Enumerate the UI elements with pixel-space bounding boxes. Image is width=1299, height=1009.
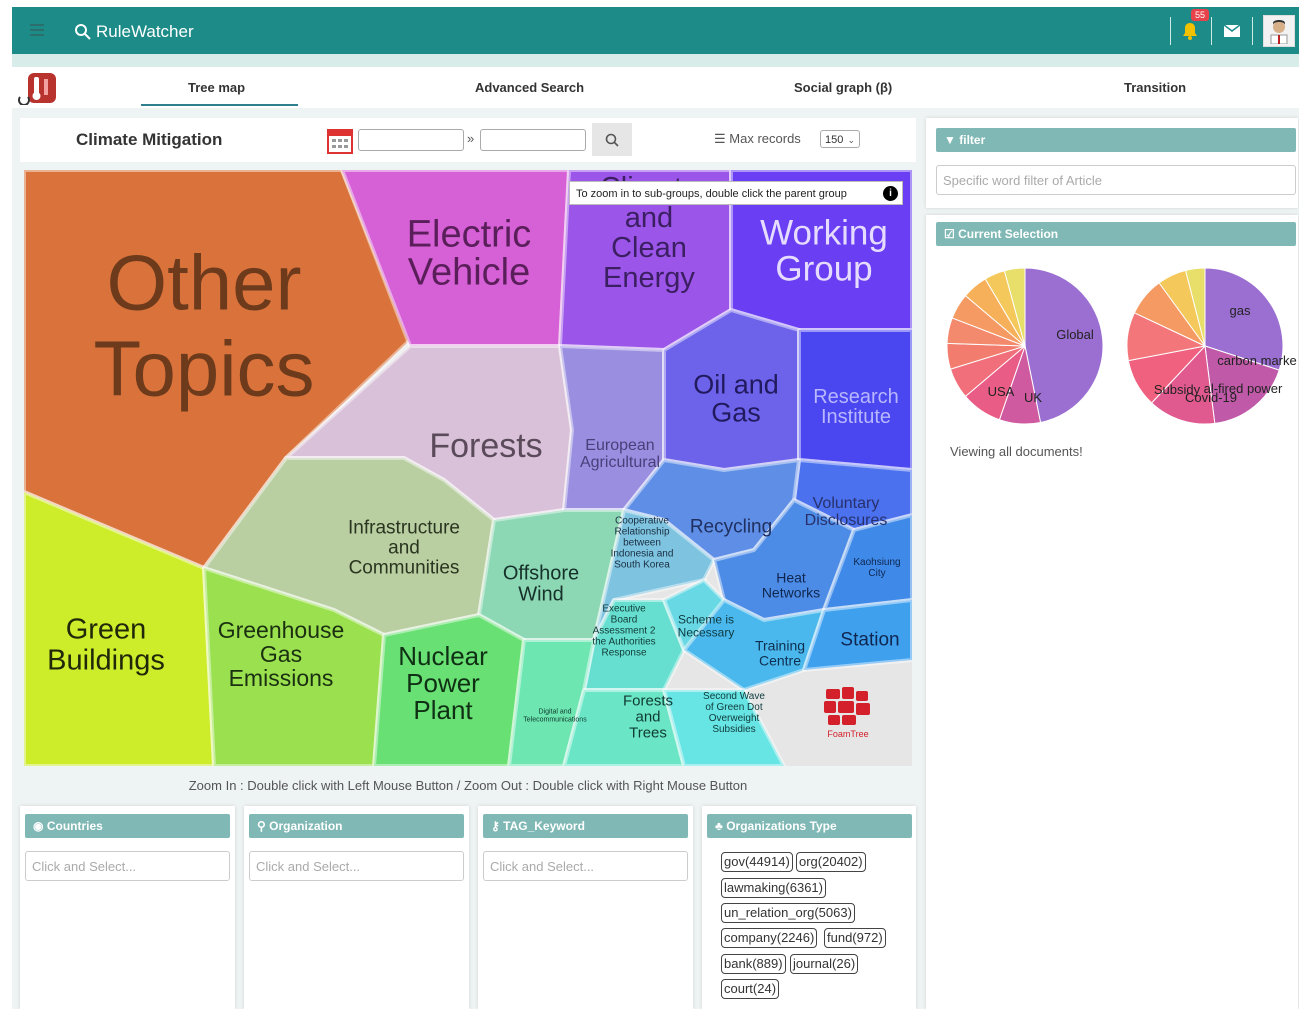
treemap-group-label: Other Topics [93, 238, 314, 412]
pie-label-usa: USA [988, 384, 1015, 399]
treemap-group-label: Voluntary Disclosures [805, 495, 888, 529]
max-records-select[interactable]: 150 ⌄ [820, 130, 860, 148]
bell-icon[interactable]: 55 [1181, 8, 1210, 41]
zoom-hint: Zoom In : Double click with Left Mouse B… [188, 778, 748, 793]
tag-keyword-select[interactable]: Click and Select... [483, 851, 688, 881]
pie-label-uk: UK [1024, 390, 1042, 405]
org-type-tag[interactable]: journal(26) [790, 954, 859, 974]
date-from-input[interactable] [358, 129, 464, 151]
tag-keyword-header: ⚷ TAG_Keyword [483, 814, 688, 838]
search-brand-icon [75, 24, 91, 40]
info-icon[interactable]: i [883, 186, 898, 201]
treemap-group-label: European Agricultural [580, 437, 660, 471]
thermometer-logo-icon [16, 71, 62, 106]
divider [1252, 16, 1253, 45]
org-type-tag[interactable]: fund(972) [824, 928, 886, 948]
query-bar: Climate Mitigation » ☰ Max records 150 ⌄ [20, 118, 916, 162]
mail-icon[interactable] [1222, 21, 1242, 41]
countries-header: ◉ Countries [25, 814, 230, 838]
sliders-icon: ☰ [714, 131, 726, 146]
org-type-tag[interactable]: company(2246) [721, 928, 818, 948]
active-tab-indicator [141, 104, 298, 106]
date-separator: » [467, 131, 475, 146]
treemap-group-label: Forests [429, 427, 542, 465]
map-marker-icon: ⚲ [257, 819, 266, 833]
key-icon: ⚷ [491, 819, 500, 833]
pie-label-gas: gas [1230, 303, 1251, 318]
brand-logo[interactable]: RuleWatcher [74, 22, 194, 42]
org-type-tag[interactable]: lawmaking(6361) [721, 878, 826, 898]
chevron-down-icon: ⌄ [847, 135, 855, 145]
viewing-status: Viewing all documents! [950, 444, 1083, 459]
max-records-label: ☰ Max records [714, 131, 801, 146]
globe-icon: ◉ [33, 819, 44, 833]
zoom-tooltip: To zoom in to sub-groups, double click t… [569, 181, 903, 205]
treemap-group-label: Research Institute [813, 386, 899, 428]
org-type-tag[interactable]: court(24) [721, 979, 780, 999]
treemap-group-label: Scheme is Necessary [678, 613, 735, 640]
tab-social-graph[interactable]: Social graph (β) [794, 80, 892, 95]
calendar-icon[interactable] [327, 126, 353, 154]
pie-label-covid: Covid-19 [1185, 390, 1237, 405]
menu-icon[interactable] [30, 24, 44, 39]
org-type-tag[interactable]: org(20402) [796, 852, 866, 872]
brand-name: RuleWatcher [96, 22, 194, 41]
page-title: Climate Mitigation [76, 130, 223, 149]
tab-tree-map[interactable]: Tree map [188, 80, 245, 95]
date-to-input[interactable] [480, 129, 586, 151]
treemap-group-label: Training Centre [755, 637, 805, 668]
treemap-group-label: Recycling [690, 517, 772, 538]
filter-header: ▼ filter [936, 128, 1296, 152]
treemap-group-label: Working Group [760, 213, 888, 288]
navbar-strip [12, 54, 1299, 67]
checkbox-icon: ☑ [944, 227, 955, 241]
divider [1211, 16, 1212, 45]
treemap-group-label: Electric Vehicle [407, 213, 532, 293]
search-icon [605, 133, 619, 147]
word-filter-input[interactable]: Specific word filter of Article [936, 165, 1296, 195]
sitemap-icon: ♣ [715, 819, 723, 833]
user-avatar[interactable] [1263, 14, 1295, 47]
pie-label-global: Global [1056, 327, 1094, 342]
tab-bar: Tree map Advanced Search Social graph (β… [12, 68, 1299, 109]
top-navbar: RuleWatcher 55 [12, 7, 1299, 54]
voronoi-treemap[interactable]: OtherTopicsElectricVehicleClimateandClea… [24, 170, 912, 766]
country-pie-chart[interactable]: Global USA UK [945, 266, 1105, 426]
keyword-pie-chart[interactable]: gas carbon marke Subsidy al-fired power … [1125, 266, 1299, 426]
treemap-group-label: Station [840, 630, 899, 651]
org-type-tag[interactable]: un_relation_org(5063) [721, 903, 855, 923]
funnel-icon: ▼ [944, 133, 956, 147]
org-type-tag[interactable]: gov(44914) [721, 852, 793, 872]
organizations-type-header: ♣ Organizations Type [707, 814, 912, 838]
tab-transition[interactable]: Transition [1124, 80, 1186, 95]
tab-advanced-search[interactable]: Advanced Search [475, 80, 584, 95]
organization-header: ⚲ Organization [249, 814, 464, 838]
notification-badge: 55 [1191, 8, 1210, 21]
org-type-tag[interactable]: bank(889) [721, 954, 786, 974]
current-selection-header: ☑ Current Selection [936, 222, 1296, 246]
foamtree-label: FoamTree [827, 729, 868, 739]
search-button[interactable] [592, 123, 632, 156]
pie-label-carbon-market: carbon marke [1217, 353, 1296, 368]
organization-select[interactable]: Click and Select... [249, 851, 464, 881]
divider [1170, 16, 1171, 45]
countries-select[interactable]: Click and Select... [25, 851, 230, 881]
foamtree-logo: FoamTree [824, 687, 870, 739]
